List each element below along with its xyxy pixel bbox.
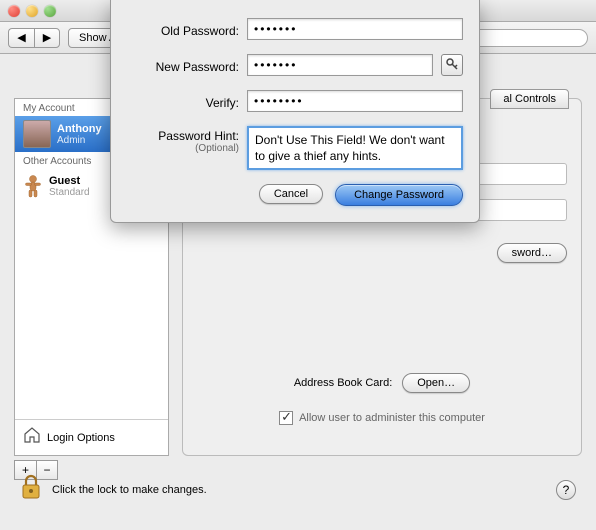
new-password-row: New Password: ••••••• bbox=[127, 54, 463, 76]
verify-row: Verify: •••••••• bbox=[127, 90, 463, 112]
close-window-button[interactable] bbox=[8, 5, 20, 17]
search-input[interactable] bbox=[468, 29, 588, 47]
nav-buttons: ◀ ▶ bbox=[8, 28, 60, 48]
zoom-window-button[interactable] bbox=[44, 5, 56, 17]
login-options-button[interactable]: Login Options bbox=[15, 419, 168, 455]
checkbox-icon[interactable] bbox=[279, 411, 293, 425]
back-button[interactable]: ◀ bbox=[8, 28, 34, 48]
key-icon bbox=[446, 58, 458, 72]
cancel-button[interactable]: Cancel bbox=[259, 184, 323, 204]
account-role: Admin bbox=[57, 135, 102, 146]
change-password-sheet: Old Password: ••••••• New Password: ••••… bbox=[110, 0, 480, 223]
account-role: Standard bbox=[49, 187, 90, 198]
login-options-label: Login Options bbox=[47, 432, 115, 444]
hint-row: Password Hint: (Optional) Don't Use This… bbox=[127, 126, 463, 170]
traffic-lights bbox=[8, 5, 56, 17]
minimize-window-button[interactable] bbox=[26, 5, 38, 17]
hint-label: Password Hint: (Optional) bbox=[127, 126, 239, 154]
verify-field[interactable]: •••••••• bbox=[247, 90, 463, 112]
password-assistant-button[interactable] bbox=[441, 54, 463, 76]
gingerbread-icon bbox=[23, 173, 43, 199]
verify-label: Verify: bbox=[127, 93, 239, 110]
avatar bbox=[23, 120, 51, 148]
lock-row: Click the lock to make changes. ? bbox=[20, 474, 576, 506]
admin-checkbox-row[interactable]: Allow user to administer this computer bbox=[197, 411, 567, 425]
account-name: Anthony bbox=[57, 123, 102, 135]
forward-button[interactable]: ▶ bbox=[34, 28, 60, 48]
lock-text: Click the lock to make changes. bbox=[52, 484, 207, 496]
tab-strip: al Controls bbox=[490, 89, 569, 109]
account-name: Guest bbox=[49, 175, 90, 187]
old-password-field[interactable]: ••••••• bbox=[247, 18, 463, 40]
sheet-buttons: Cancel Change Password bbox=[127, 184, 463, 206]
admin-checkbox-label: Allow user to administer this computer bbox=[299, 412, 485, 424]
hint-field[interactable]: Don't Use This Field! We don't want to g… bbox=[247, 126, 463, 170]
help-button[interactable]: ? bbox=[556, 480, 576, 500]
open-address-book-button[interactable]: Open… bbox=[402, 373, 470, 393]
house-icon bbox=[23, 426, 41, 449]
change-password-button-bg[interactable]: sword… bbox=[497, 243, 567, 263]
address-book-row: Address Book Card: Open… bbox=[197, 373, 567, 393]
address-book-label: Address Book Card: bbox=[294, 377, 392, 389]
change-password-button[interactable]: Change Password bbox=[335, 184, 463, 206]
old-password-label: Old Password: bbox=[127, 21, 239, 38]
new-password-label: New Password: bbox=[127, 57, 239, 74]
lock-icon[interactable] bbox=[20, 474, 42, 506]
old-password-row: Old Password: ••••••• bbox=[127, 18, 463, 40]
new-password-field[interactable]: ••••••• bbox=[247, 54, 433, 76]
tab-parental-controls[interactable]: al Controls bbox=[490, 89, 569, 109]
